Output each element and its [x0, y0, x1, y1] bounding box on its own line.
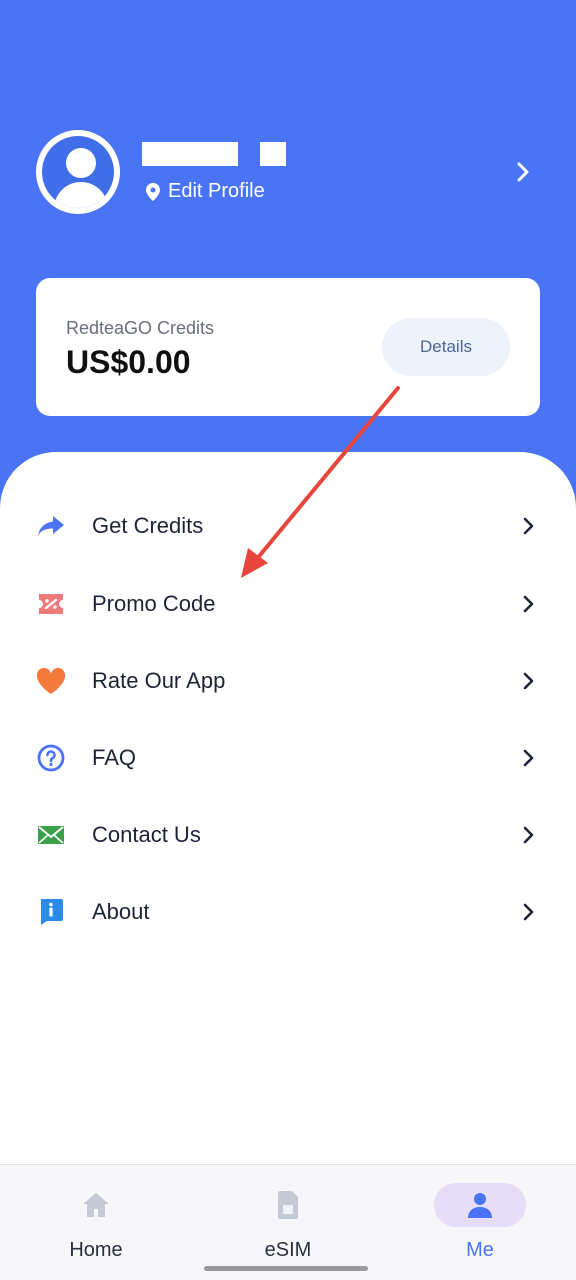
nav-label: Home: [69, 1239, 123, 1261]
nav-label: eSIM: [264, 1239, 312, 1261]
info-icon: [36, 897, 66, 927]
menu-item-get-credits[interactable]: Get Credits: [0, 496, 576, 556]
chevron-right-icon[interactable]: [516, 162, 530, 182]
menu-item-contact-us[interactable]: Contact Us: [0, 805, 576, 865]
chevron-right-icon: [523, 595, 534, 613]
chevron-right-icon: [523, 517, 534, 535]
header-background: [0, 0, 576, 520]
profile-row[interactable]: Edit Profile: [36, 128, 556, 218]
redacted-name-extra: [260, 142, 286, 166]
avatar[interactable]: [36, 130, 120, 214]
menu-item-rate-our-app[interactable]: Rate Our App: [0, 651, 576, 711]
credits-balance: US$0.00: [66, 344, 191, 380]
share-arrow-icon: [36, 511, 66, 541]
menu-item-label: Get Credits: [92, 513, 204, 538]
question-circle-icon: [36, 743, 66, 773]
heart-icon: [36, 666, 66, 696]
nav-esim[interactable]: eSIM: [192, 1165, 384, 1280]
location-pin-icon: [146, 182, 160, 201]
nav-home[interactable]: Home: [0, 1165, 192, 1280]
chevron-right-icon: [523, 826, 534, 844]
menu-item-label: FAQ: [92, 745, 137, 770]
nav-me[interactable]: Me: [384, 1165, 576, 1280]
credits-card: RedteaGO Credits US$0.00 Details: [36, 278, 540, 416]
edit-profile-label: Edit Profile: [168, 180, 265, 202]
chevron-right-icon: [523, 903, 534, 921]
menu-item-label: Promo Code: [92, 591, 216, 616]
envelope-icon: [36, 820, 66, 850]
menu-item-label: Rate Our App: [92, 668, 226, 693]
menu-item-label: About: [92, 899, 150, 924]
menu-sheet: Get Credits Promo Code Rate Our App FAQ …: [0, 452, 576, 1172]
menu-item-promo-code[interactable]: Promo Code: [0, 574, 576, 634]
menu-item-faq[interactable]: FAQ: [0, 728, 576, 788]
menu-item-label: Contact Us: [92, 822, 201, 847]
credits-label: RedteaGO Credits: [66, 318, 215, 338]
bottom-navigation: Home eSIM Me: [0, 1164, 576, 1280]
chevron-right-icon: [523, 672, 534, 690]
sim-card-icon: [270, 1187, 306, 1223]
chevron-right-icon: [523, 749, 534, 767]
details-button[interactable]: Details: [382, 318, 510, 376]
edit-profile-link[interactable]: Edit Profile: [146, 180, 265, 203]
redacted-name: [142, 142, 238, 166]
nav-label: Me: [466, 1239, 494, 1261]
home-indicator[interactable]: [204, 1266, 368, 1271]
menu-item-about[interactable]: About: [0, 882, 576, 942]
coupon-icon: [36, 589, 66, 619]
person-icon: [462, 1187, 498, 1223]
home-icon: [78, 1187, 114, 1223]
